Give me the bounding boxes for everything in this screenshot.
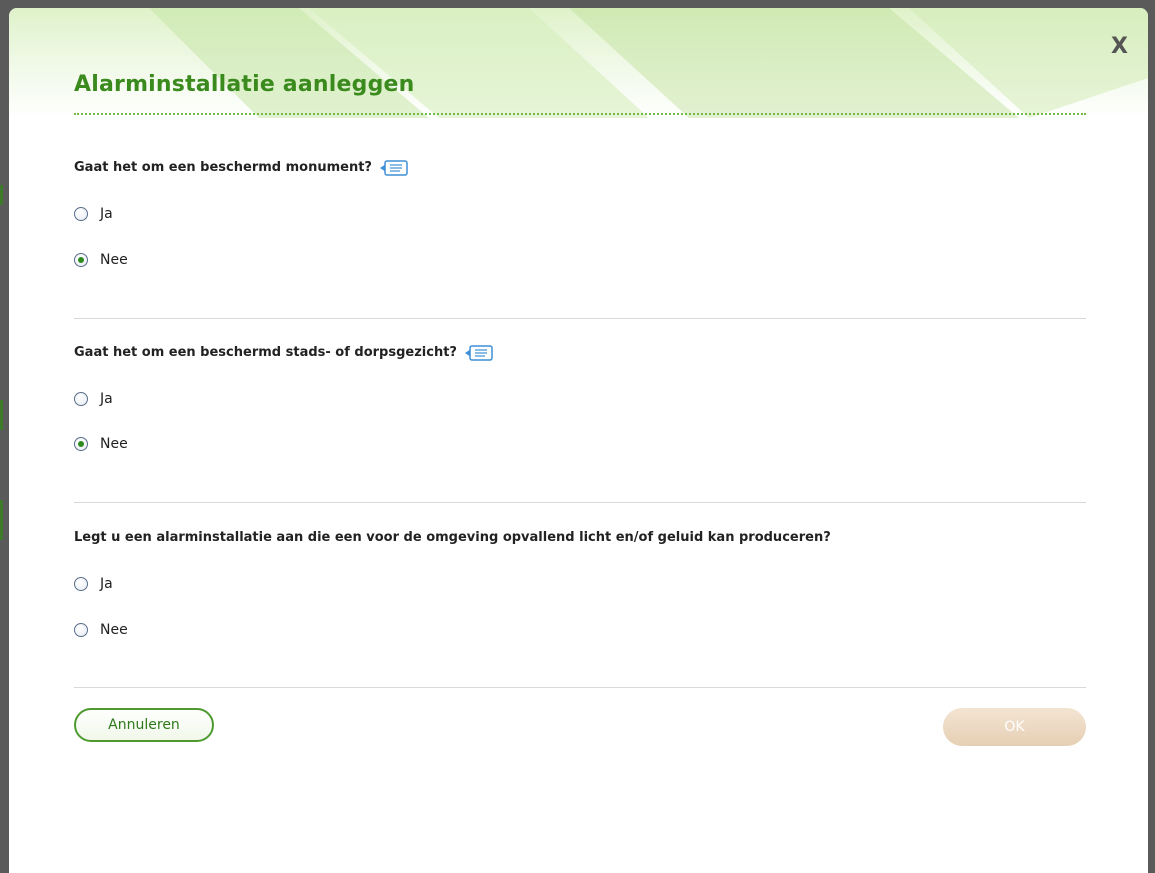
radio-button[interactable]: [74, 437, 88, 451]
question-stadsgezicht: Gaat het om een beschermd stads- of dorp…: [74, 343, 1086, 463]
radio-button[interactable]: [74, 253, 88, 267]
radio-button[interactable]: [74, 392, 88, 406]
radio-button[interactable]: [74, 207, 88, 221]
radio-label: Ja: [100, 206, 113, 222]
question-label: Legt u een alarminstallatie aan die een …: [74, 528, 1086, 548]
dialog-header-banner: [9, 8, 1148, 118]
question-text: Gaat het om een beschermd monument?: [74, 160, 372, 175]
backdrop-edge: [0, 500, 3, 540]
radio-label: Ja: [100, 576, 113, 592]
radio-button[interactable]: [74, 623, 88, 637]
dialog-title: Alarminstallatie aanleggen: [74, 72, 415, 97]
dialog: X Alarminstallatie aanleggen Gaat het om…: [9, 8, 1148, 873]
question-alarm-geluid: Legt u een alarminstallatie aan die een …: [74, 528, 1086, 648]
radio-option-ja[interactable]: Ja: [74, 206, 113, 222]
title-divider: [74, 113, 1086, 115]
radio-label: Ja: [100, 391, 113, 407]
section-divider: [74, 502, 1086, 503]
question-text: Legt u een alarminstallatie aan die een …: [74, 530, 831, 545]
section-divider: [74, 687, 1086, 688]
ok-button[interactable]: OK: [943, 708, 1086, 746]
banner-stripes: [149, 8, 1148, 118]
cancel-button[interactable]: Annuleren: [74, 708, 214, 742]
radio-option-nee[interactable]: Nee: [74, 436, 128, 452]
backdrop-edge: [0, 185, 3, 205]
radio-button[interactable]: [74, 577, 88, 591]
speech-bubble-icon[interactable]: [464, 345, 493, 361]
radio-option-nee[interactable]: Nee: [74, 622, 128, 638]
question-monument: Gaat het om een beschermd monument? Ja N…: [74, 158, 1086, 278]
section-divider: [74, 318, 1086, 319]
radio-label: Nee: [100, 622, 128, 638]
radio-label: Nee: [100, 252, 128, 268]
radio-option-ja[interactable]: Ja: [74, 576, 113, 592]
radio-option-nee[interactable]: Nee: [74, 252, 128, 268]
radio-option-ja[interactable]: Ja: [74, 391, 113, 407]
backdrop-edge: [0, 400, 3, 430]
close-icon[interactable]: X: [1111, 36, 1128, 58]
radio-label: Nee: [100, 436, 128, 452]
speech-bubble-icon[interactable]: [379, 160, 408, 176]
question-text: Gaat het om een beschermd stads- of dorp…: [74, 345, 457, 360]
question-label: Gaat het om een beschermd stads- of dorp…: [74, 343, 1086, 363]
question-label: Gaat het om een beschermd monument?: [74, 158, 1086, 178]
